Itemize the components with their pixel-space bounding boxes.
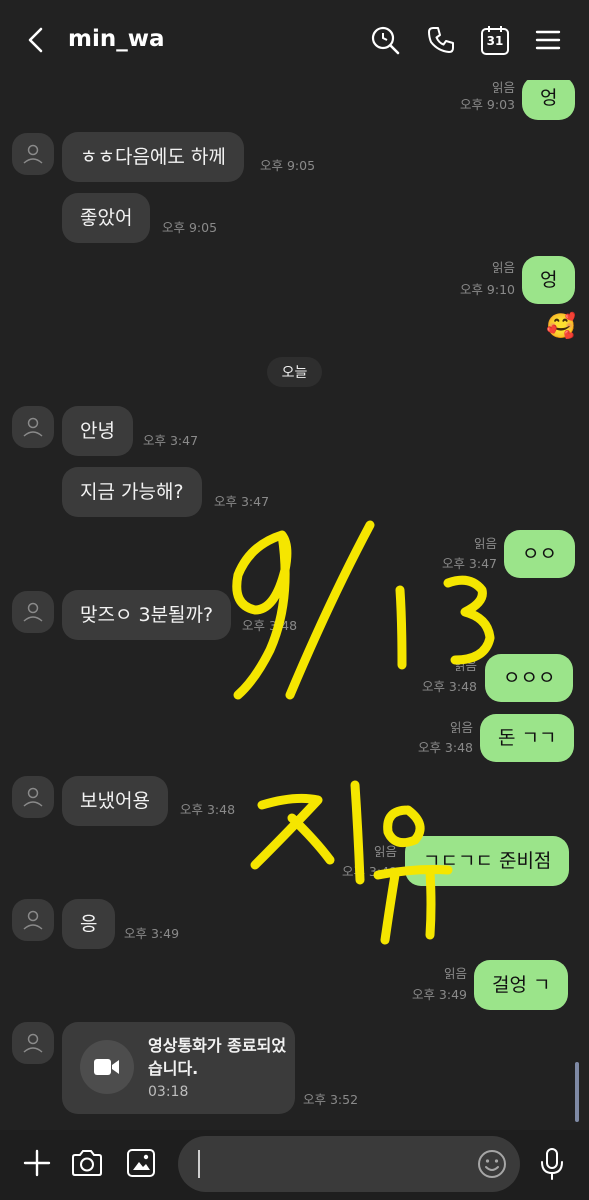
message-bubble-incoming[interactable]: 좋았어 xyxy=(62,193,151,243)
message-bubble-incoming[interactable]: 보냈어용 xyxy=(62,776,168,826)
message-time: 오후 3:47 xyxy=(143,433,199,448)
read-receipt: 읽음 xyxy=(449,720,473,735)
message-time: 오후 3:48 xyxy=(242,618,298,633)
message-bubble-outgoing[interactable]: 돈 ㄱㄱ xyxy=(480,714,575,762)
read-receipt: 읽음 xyxy=(443,966,467,981)
emoji-icon[interactable] xyxy=(476,1148,508,1180)
video-call-title: 영상통화가 종료되었습니다. xyxy=(148,1036,287,1078)
video-call-ended-card[interactable]: 영상통화가 종료되었습니다. 03:18 xyxy=(62,1022,295,1114)
person-icon xyxy=(23,602,43,622)
message-bubble-incoming[interactable]: 지금 가능해? xyxy=(62,467,202,517)
back-arrow-icon[interactable] xyxy=(18,22,54,58)
chat-header: min_wa 31 xyxy=(0,0,589,80)
message-bubble-outgoing[interactable]: 엉 xyxy=(522,256,576,304)
person-icon xyxy=(23,1033,43,1053)
message-time: 오후 9:05 xyxy=(260,158,316,173)
avatar[interactable] xyxy=(12,776,54,818)
message-bubble-outgoing[interactable]: ㅇㅇ xyxy=(504,530,575,578)
read-receipt: 읽음 xyxy=(491,80,515,95)
avatar[interactable] xyxy=(12,591,54,633)
calendar-day-label: 31 xyxy=(486,34,504,48)
reaction-emoji[interactable]: 🥰 xyxy=(546,312,576,340)
scrollbar[interactable] xyxy=(575,1062,579,1122)
date-divider: 오늘 xyxy=(267,357,322,387)
chat-title: min_wa xyxy=(68,26,165,52)
microphone-icon[interactable] xyxy=(535,1146,569,1182)
camera-icon[interactable] xyxy=(68,1146,106,1180)
calendar-icon[interactable]: 31 xyxy=(477,22,513,58)
message-time: 오후 3:49 xyxy=(341,864,397,879)
message-bubble-incoming[interactable]: 맞즈ㅇ 3분될까? xyxy=(62,590,232,640)
person-icon xyxy=(23,787,43,807)
message-time: 오후 3:48 xyxy=(417,740,473,755)
message-time: 오후 3:48 xyxy=(180,802,236,817)
message-bubble-outgoing[interactable]: 엉 xyxy=(522,76,576,120)
video-call-duration: 03:18 xyxy=(148,1084,189,1100)
message-time: 오후 3:48 xyxy=(421,679,477,694)
avatar[interactable] xyxy=(12,406,54,448)
message-time: 오후 3:47 xyxy=(441,556,497,571)
menu-icon[interactable] xyxy=(530,22,566,58)
message-time: 오후 3:49 xyxy=(411,987,467,1002)
read-receipt: 읽음 xyxy=(373,844,397,859)
gallery-icon[interactable] xyxy=(124,1146,158,1180)
person-icon xyxy=(23,910,43,930)
phone-icon[interactable] xyxy=(423,22,459,58)
read-receipt: 읽음 xyxy=(491,260,515,275)
read-receipt: 읽음 xyxy=(473,536,497,551)
message-time: 오후 3:49 xyxy=(124,926,180,941)
search-icon[interactable] xyxy=(367,22,403,58)
message-time: 오후 9:03 xyxy=(459,97,515,112)
message-input[interactable] xyxy=(178,1136,520,1192)
message-list[interactable]: 읽음 오후 9:03 엉 ㅎㅎ다음에도 하께 오후 9:05 좋았어 오후 9:… xyxy=(0,0,589,1130)
message-time: 오후 9:05 xyxy=(162,220,218,235)
person-icon xyxy=(23,144,43,164)
avatar[interactable] xyxy=(12,133,54,175)
message-bubble-outgoing[interactable]: ㄱㄷㄱㄷ 준비점 xyxy=(405,836,570,886)
text-caret xyxy=(198,1150,200,1178)
message-time: 오후 3:47 xyxy=(214,494,270,509)
avatar[interactable] xyxy=(12,1022,54,1064)
message-time: 오후 9:10 xyxy=(459,282,515,297)
avatar[interactable] xyxy=(12,899,54,941)
message-bubble-outgoing[interactable]: 걸엉 ㄱ xyxy=(474,960,569,1010)
read-receipt: 읽음 xyxy=(453,658,477,673)
message-bubble-incoming[interactable]: ㅎㅎ다음에도 하께 xyxy=(62,132,244,182)
message-bubble-incoming[interactable]: 안녕 xyxy=(62,406,133,456)
message-bubble-incoming[interactable]: 응 xyxy=(62,899,116,949)
message-time: 오후 3:52 xyxy=(303,1092,359,1107)
plus-icon[interactable] xyxy=(20,1146,54,1180)
message-bubble-outgoing[interactable]: ㅇㅇㅇ xyxy=(485,654,574,702)
person-icon xyxy=(23,417,43,437)
video-camera-icon xyxy=(80,1040,134,1094)
